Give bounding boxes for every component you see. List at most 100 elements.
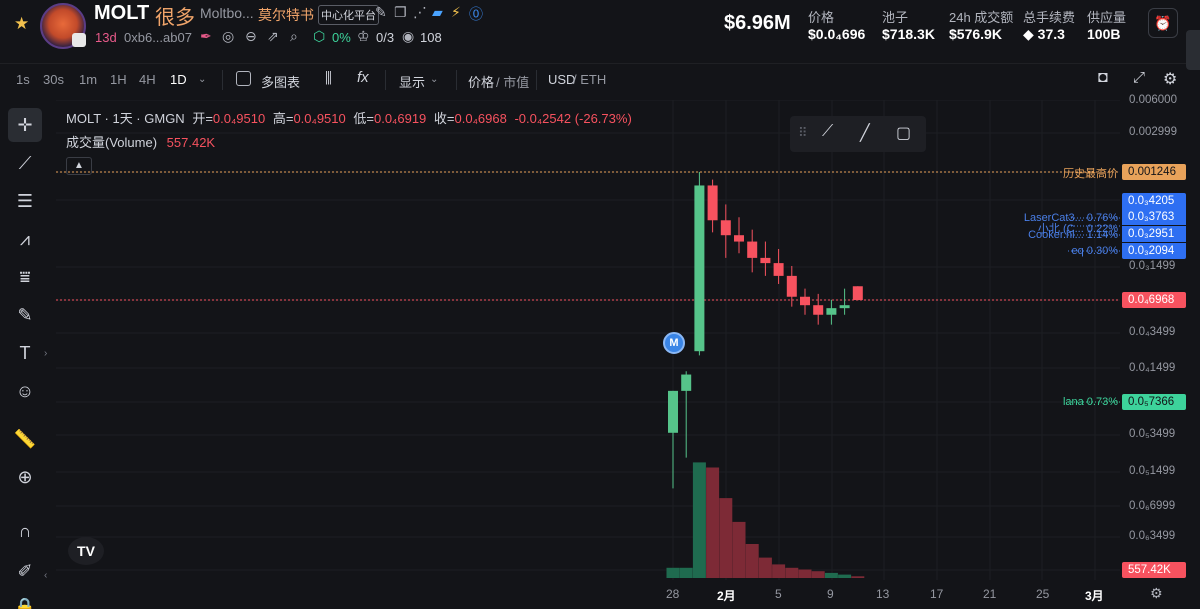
crosshair-tool-icon[interactable]: ✛ bbox=[8, 108, 42, 142]
currency-usd[interactable]: USD bbox=[548, 72, 575, 87]
settings-gear-icon[interactable]: ⚙ bbox=[1163, 69, 1177, 89]
mcap-toggle[interactable]: / 市值 bbox=[496, 72, 529, 91]
ath-price-tag: 0.001246 bbox=[1122, 164, 1186, 180]
fib-tool-icon[interactable]: ⩸ bbox=[8, 260, 42, 294]
pencil-tool-expand-icon[interactable]: ‹ bbox=[44, 570, 47, 581]
stat-volume-label: 24h 成交额 bbox=[949, 10, 1014, 25]
trend-line-tool-icon[interactable]: ⟋ bbox=[8, 146, 42, 180]
pattern-tool-icon[interactable]: ⩘ bbox=[8, 222, 42, 256]
twitter-icon[interactable]: ▰ bbox=[432, 4, 443, 21]
cex-badge: 中心化平台 bbox=[318, 5, 379, 25]
stat-supply-label: 供应量 bbox=[1087, 10, 1127, 25]
search-icon[interactable]: ⌕ bbox=[290, 28, 298, 45]
timeframe-1m[interactable]: 1m bbox=[79, 72, 97, 87]
display-menu[interactable]: 显示 bbox=[399, 72, 425, 91]
legend-open-label: 开= bbox=[192, 111, 213, 126]
pencil-lock-tool-icon[interactable]: ✐ bbox=[8, 554, 42, 588]
y-tick: 0.002999 bbox=[1129, 126, 1177, 138]
dollar-coin-icon[interactable]: ⓪ bbox=[469, 4, 483, 24]
stat-price-value: $0.0₄696 bbox=[808, 26, 866, 42]
price-chart[interactable] bbox=[56, 100, 1120, 580]
holder-label-4: eq 0.30% bbox=[1071, 245, 1118, 257]
website-globe-icon[interactable]: ◎ bbox=[222, 28, 234, 45]
camera-icon[interactable]: ◘ bbox=[1098, 69, 1108, 87]
indicators-fx-icon[interactable]: fx bbox=[357, 69, 369, 86]
copy-icon[interactable]: ❐ bbox=[394, 4, 407, 21]
brush-tool-icon[interactable]: ✎ bbox=[8, 298, 42, 332]
legend-open: 0.0₄9510 bbox=[212, 111, 266, 126]
display-dropdown-icon[interactable]: ⌄ bbox=[430, 74, 438, 85]
candle-body bbox=[852, 286, 863, 300]
timeframe-30s[interactable]: 30s bbox=[43, 72, 64, 87]
segment-tool-icon[interactable]: ╱ bbox=[860, 123, 870, 143]
token-symbol: MOLT bbox=[94, 2, 150, 24]
emoji-tool-icon[interactable]: ☺ bbox=[8, 374, 42, 408]
multi-chart-checkbox[interactable] bbox=[236, 71, 251, 86]
y-tick: 0.006000 bbox=[1129, 94, 1177, 106]
alarm-clock-icon[interactable]: ⏰ bbox=[1148, 8, 1178, 38]
volume-bar bbox=[706, 467, 720, 578]
text-tool-expand-icon[interactable]: › bbox=[44, 348, 47, 359]
volume-bar bbox=[745, 544, 759, 578]
export-icon[interactable]: ⇗ bbox=[267, 28, 279, 45]
contract-address[interactable]: 0xb6...ab07 bbox=[124, 30, 192, 45]
timeframe-dropdown-icon[interactable]: ⌄ bbox=[198, 74, 206, 85]
toolbar-divider bbox=[536, 70, 537, 90]
token-full-name: Moltbo... bbox=[200, 5, 254, 21]
holder-price-tag-3: 0.0₃2951 bbox=[1122, 226, 1186, 242]
lock-tool-icon[interactable]: 🔒 bbox=[8, 590, 42, 609]
migration-marker[interactable]: M bbox=[663, 332, 685, 354]
timeframe-1s[interactable]: 1s bbox=[16, 72, 30, 87]
lightning-icon[interactable]: ⚡ bbox=[451, 4, 461, 21]
edit-icon[interactable]: ✎ bbox=[375, 4, 387, 21]
lana-label: lana 0.73% bbox=[1062, 396, 1118, 408]
volume-legend: 成交量(Volume) 557.42K bbox=[66, 132, 215, 151]
x-tick: 25 bbox=[1036, 587, 1050, 601]
minus-circle-icon[interactable]: ⊖ bbox=[245, 28, 257, 45]
holder-label-3: Cooker.hl... 1.14% bbox=[1028, 229, 1118, 241]
horizontal-lines-tool-icon[interactable]: ☰ bbox=[8, 184, 42, 218]
candle-type-icon[interactable]: ⫼ bbox=[325, 70, 332, 87]
feather-icon[interactable]: ✒ bbox=[200, 28, 212, 45]
timeframe-4h[interactable]: 4H bbox=[139, 72, 156, 87]
candle-body bbox=[800, 296, 810, 306]
timeframe-1h[interactable]: 1H bbox=[110, 72, 127, 87]
current-price-tag: 0.0₄6968 bbox=[1122, 292, 1186, 308]
volume-bars bbox=[666, 462, 865, 578]
rectangle-tool-icon[interactable]: ▢ bbox=[896, 123, 911, 143]
text-tool-icon[interactable]: T bbox=[8, 336, 42, 370]
price-toggle[interactable]: 价格 bbox=[468, 72, 494, 91]
zoom-in-tool-icon[interactable]: ⊕ bbox=[8, 460, 42, 494]
volume-bar bbox=[851, 576, 865, 578]
x-tick: 17 bbox=[930, 587, 944, 601]
x-tick: 13 bbox=[876, 587, 890, 601]
ruler-tool-icon[interactable]: 📏 bbox=[8, 422, 42, 456]
magnet-tool-icon[interactable]: ∩ bbox=[8, 514, 42, 548]
collapse-legend-chevron-up-icon[interactable]: ▲ bbox=[66, 157, 92, 175]
legend-change: -0.0₄2542 (-26.73%) bbox=[514, 111, 632, 126]
y-tick: 0.0₅1499 bbox=[1129, 465, 1176, 477]
candle-body bbox=[734, 235, 744, 242]
candle-body bbox=[668, 390, 678, 433]
stat-volume-value: $576.9K bbox=[949, 26, 1002, 42]
share-icon[interactable]: ⋰ bbox=[413, 4, 427, 21]
eth-icon: ◆ bbox=[1023, 26, 1034, 42]
candle-body bbox=[773, 263, 784, 276]
multi-chart-label[interactable]: 多图表 bbox=[261, 72, 300, 91]
ath-label: 历史最高价 bbox=[1063, 168, 1118, 180]
candle-body bbox=[839, 305, 850, 309]
ray-tool-icon[interactable]: ⟋ bbox=[822, 123, 833, 141]
fullscreen-icon[interactable]: ⤢ bbox=[1133, 69, 1145, 86]
y-tick: 0.0₃1499 bbox=[1129, 260, 1176, 272]
timeframe-1d[interactable]: 1D bbox=[170, 72, 187, 87]
stat-fees-value: ◆ 37.3 bbox=[1023, 26, 1065, 43]
axis-settings-icon[interactable]: ⚙ bbox=[1150, 585, 1163, 602]
candle-body bbox=[786, 275, 797, 297]
drag-handle-icon[interactable]: ⠿ bbox=[798, 125, 808, 141]
currency-eth[interactable]: / ETH bbox=[573, 72, 606, 87]
x-tick: 5 bbox=[775, 587, 782, 601]
tradingview-logo[interactable]: TV bbox=[68, 537, 104, 565]
volume-bar bbox=[692, 462, 706, 578]
legend-symbol: MOLT · 1天 · GMGN bbox=[66, 111, 185, 126]
favorite-star-icon[interactable]: ★ bbox=[14, 14, 29, 34]
